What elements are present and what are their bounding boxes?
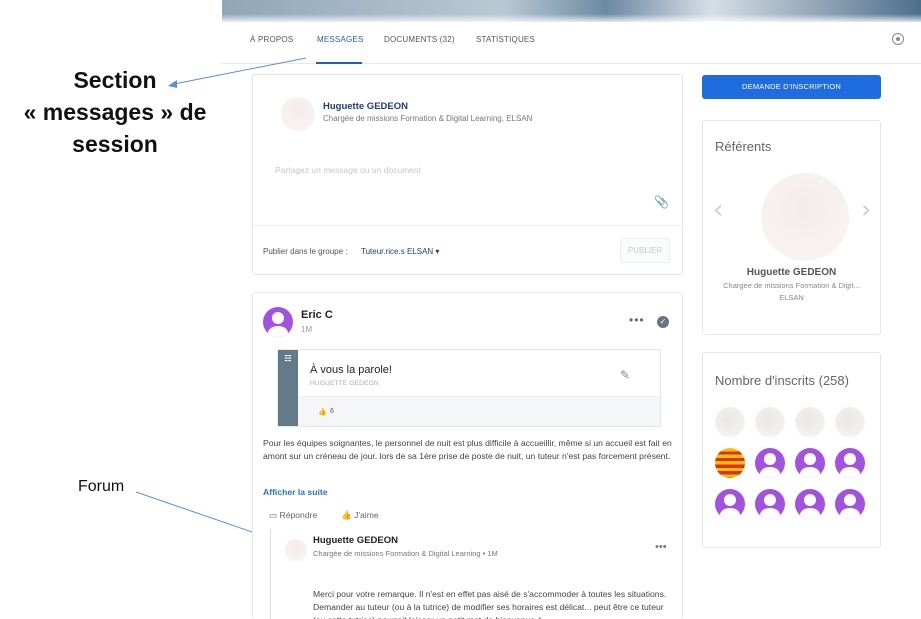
chevron-right-icon[interactable]: › (861, 195, 871, 225)
reply-more-options-icon[interactable]: ••• (655, 541, 667, 553)
composer-author-role: Chargée de missions Formation & Digital … (323, 114, 533, 123)
more-options-icon[interactable]: ••• (629, 313, 645, 327)
topic-like-count: 6 (330, 408, 334, 415)
post-body: Pour les équipes soignantes, le personne… (263, 438, 672, 461)
member-avatar-icon[interactable] (835, 489, 865, 519)
reply-avatar (285, 539, 307, 561)
referents-title: Référents (715, 139, 772, 154)
annotation-line: session (72, 131, 158, 157)
session-tabs: À PROPOS MESSAGES DOCUMENTS (32) STATIST… (222, 22, 921, 64)
members-count-title: Nombre d'inscrits (258) (715, 373, 849, 388)
composer-author-name: Huguette GEDEON (323, 101, 408, 112)
member-avatar-icon[interactable] (755, 448, 785, 478)
annotation-section-messages: Section « messages » de session (10, 64, 220, 160)
topic-footer (298, 396, 660, 426)
like-label: J'aime (354, 510, 379, 520)
publish-group-label: Publier dans le groupe : (263, 247, 348, 256)
registration-request-button[interactable]: DEMANDE D'INSCRIPTION (702, 75, 881, 99)
member-avatar-icon[interactable] (795, 448, 825, 478)
referent-avatar[interactable] (761, 173, 849, 261)
members-card: Nombre d'inscrits (258) (702, 352, 881, 548)
referents-card: Référents ‹ › Huguette GEDEON Chargée de… (702, 120, 881, 335)
tab-documents[interactable]: DOCUMENTS (32) (384, 35, 455, 44)
topic-title[interactable]: À vous la parole! (310, 364, 392, 376)
embedded-topic[interactable]: ☷ À vous la parole! HUGUETTE GEDEON ✎ 👍 … (277, 349, 661, 427)
referent-org: ELSAN (779, 293, 804, 302)
message-composer: Huguette GEDEON Chargée de missions Form… (252, 74, 683, 275)
tab-statistiques[interactable]: STATISTIQUES (476, 35, 535, 44)
member-avatar[interactable] (835, 407, 865, 437)
topic-author: HUGUETTE GEDEON (310, 380, 379, 387)
pencil-icon[interactable]: ✎ (620, 368, 630, 382)
reply-author[interactable]: Huguette GEDEON (313, 535, 398, 546)
active-tab-indicator (316, 62, 362, 64)
message-input[interactable]: Partagez un message ou un document (275, 165, 421, 175)
referent-name[interactable]: Huguette GEDEON (703, 267, 880, 278)
member-avatar-icon[interactable] (755, 489, 785, 519)
member-avatar[interactable] (755, 407, 785, 437)
page: À PROPOS MESSAGES DOCUMENTS (32) STATIST… (0, 0, 921, 619)
member-avatar[interactable] (795, 407, 825, 437)
post-author[interactable]: Eric C (301, 309, 333, 321)
topic-icon: ☷ (284, 354, 292, 363)
group-select[interactable]: Tuteur.rice.s ELSAN ▾ (361, 247, 439, 256)
tab-messages[interactable]: MESSAGES (317, 35, 364, 44)
chevron-left-icon[interactable]: ‹ (713, 195, 723, 225)
topic-color-bar: ☷ (278, 350, 298, 426)
member-avatar[interactable] (715, 407, 745, 437)
forum-post: Eric C 1M ••• ✓ ☷ À vous la parole! HUGU… (252, 292, 683, 619)
member-avatar-icon[interactable] (835, 448, 865, 478)
member-avatar-icon[interactable] (715, 489, 745, 519)
attachment-icon[interactable]: 📎 (654, 195, 669, 209)
composer-avatar (281, 97, 315, 131)
user-avatar-icon (263, 307, 293, 337)
member-avatar-flag[interactable] (715, 448, 745, 478)
reply-button[interactable]: ▭ Répondre (269, 510, 317, 521)
check-icon[interactable]: ✓ (657, 316, 669, 328)
annotation-line: « messages » de (23, 99, 207, 125)
reply-role: Chargée de missions Formation & Digital … (313, 549, 498, 558)
thumbs-up-icon[interactable]: 👍 (318, 408, 327, 416)
referent-role: Chargée de missions Formation & Digit... (723, 281, 860, 290)
reply-body: Merci pour votre remarque. Il n'est en e… (313, 589, 667, 619)
show-more-link[interactable]: Afficher la suite (263, 487, 327, 497)
composer-divider (253, 225, 682, 226)
tab-a-propos[interactable]: À PROPOS (250, 35, 293, 44)
member-avatar-icon[interactable] (795, 489, 825, 519)
like-button[interactable]: 👍 J'aime (341, 510, 379, 521)
settings-icon[interactable] (891, 32, 905, 46)
annotation-line: Section (73, 67, 157, 93)
reply-thread-line (270, 529, 271, 619)
annotation-forum: Forum (78, 478, 125, 495)
reply-label: Répondre (279, 510, 318, 520)
thumbs-up-outline-icon: 👍 (341, 510, 355, 520)
arrow-to-forum (135, 491, 259, 535)
comment-icon: ▭ (269, 510, 280, 520)
post-time: 1M (301, 325, 313, 334)
publish-button[interactable]: PUBLIER (620, 238, 670, 263)
